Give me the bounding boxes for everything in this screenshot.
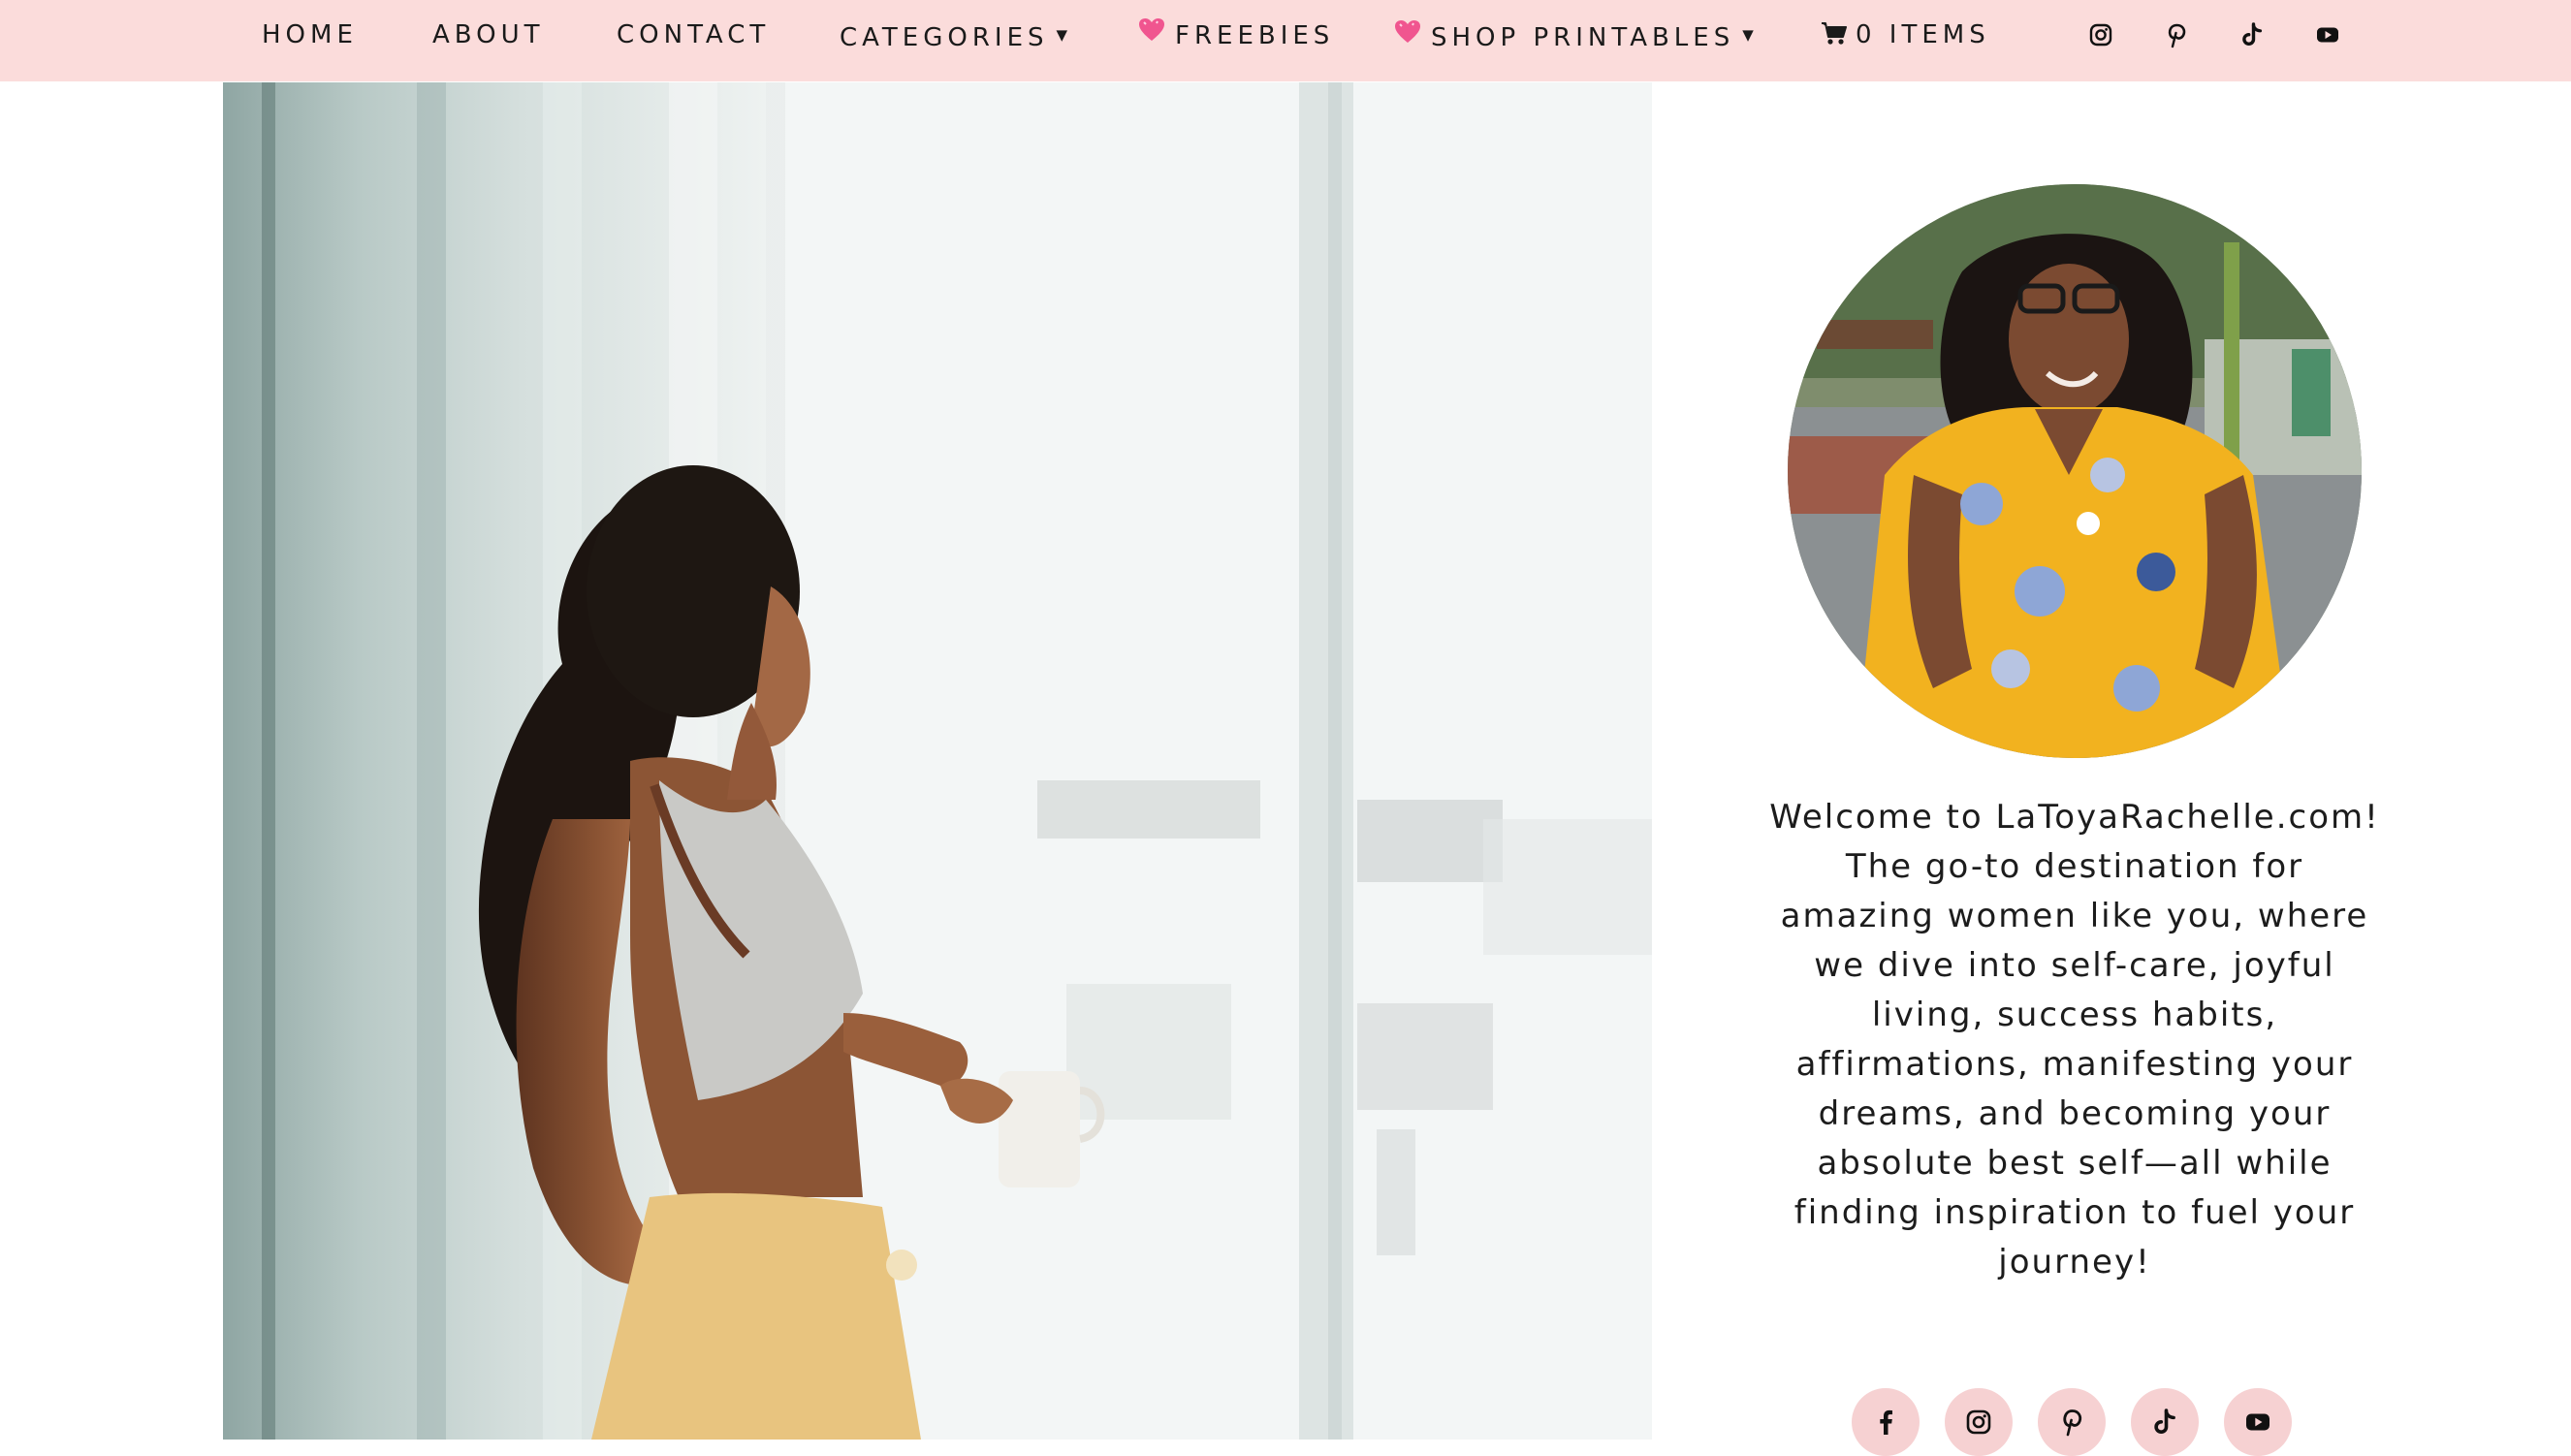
profile-photo bbox=[1788, 184, 2362, 758]
nav-item-about[interactable]: ABOUT bbox=[432, 0, 545, 70]
youtube-icon[interactable] bbox=[2224, 1388, 2292, 1456]
nav-item-freebies[interactable]: FREEBIES bbox=[1138, 0, 1334, 70]
nav-categories-label: CATEGORIES bbox=[840, 23, 1049, 52]
sparkling-heart-icon bbox=[1394, 2, 1421, 72]
dropdown-caret-icon: ▼ bbox=[1742, 26, 1754, 44]
sparkling-heart-icon bbox=[1138, 0, 1165, 70]
nav-item-home[interactable]: HOME bbox=[262, 0, 358, 70]
youtube-icon[interactable] bbox=[2311, 18, 2344, 51]
dropdown-caret-icon: ▼ bbox=[1056, 26, 1068, 44]
instagram-icon[interactable] bbox=[1945, 1388, 2013, 1456]
nav-contact-label: CONTACT bbox=[617, 20, 771, 49]
nav-item-contact[interactable]: CONTACT bbox=[617, 0, 770, 70]
nav-home-label: HOME bbox=[262, 20, 358, 49]
shopping-cart-icon bbox=[1822, 22, 1847, 45]
nav-item-categories[interactable]: CATEGORIES ▼ bbox=[840, 0, 1067, 70]
nav-about-label: ABOUT bbox=[432, 20, 545, 49]
top-navigation-bar: HOME ABOUT CONTACT CATEGORIES ▼ FREEBIES … bbox=[0, 0, 2571, 81]
cart-items-label: 0 ITEMS bbox=[1856, 20, 1990, 49]
nav-item-shop-printables[interactable]: SHOP PRINTABLES ▼ bbox=[1394, 0, 1754, 70]
pinterest-icon[interactable] bbox=[2160, 18, 2193, 51]
facebook-icon[interactable] bbox=[1852, 1388, 1920, 1456]
nav-shop-printables-label: SHOP PRINTABLES bbox=[1431, 23, 1735, 52]
hero-image bbox=[223, 82, 1652, 1440]
welcome-text: Welcome to LaToyaRachelle.com! The go-to… bbox=[1769, 798, 2380, 1282]
sidebar-social-icons bbox=[1852, 1388, 2298, 1456]
nav-item-cart[interactable]: 0 ITEMS bbox=[1821, 0, 1990, 70]
nav-freebies-label: FREEBIES bbox=[1175, 21, 1335, 50]
tiktok-icon[interactable] bbox=[2131, 1388, 2199, 1456]
pinterest-icon[interactable] bbox=[2038, 1388, 2106, 1456]
tiktok-icon[interactable] bbox=[2236, 18, 2269, 51]
instagram-icon[interactable] bbox=[2084, 18, 2117, 51]
